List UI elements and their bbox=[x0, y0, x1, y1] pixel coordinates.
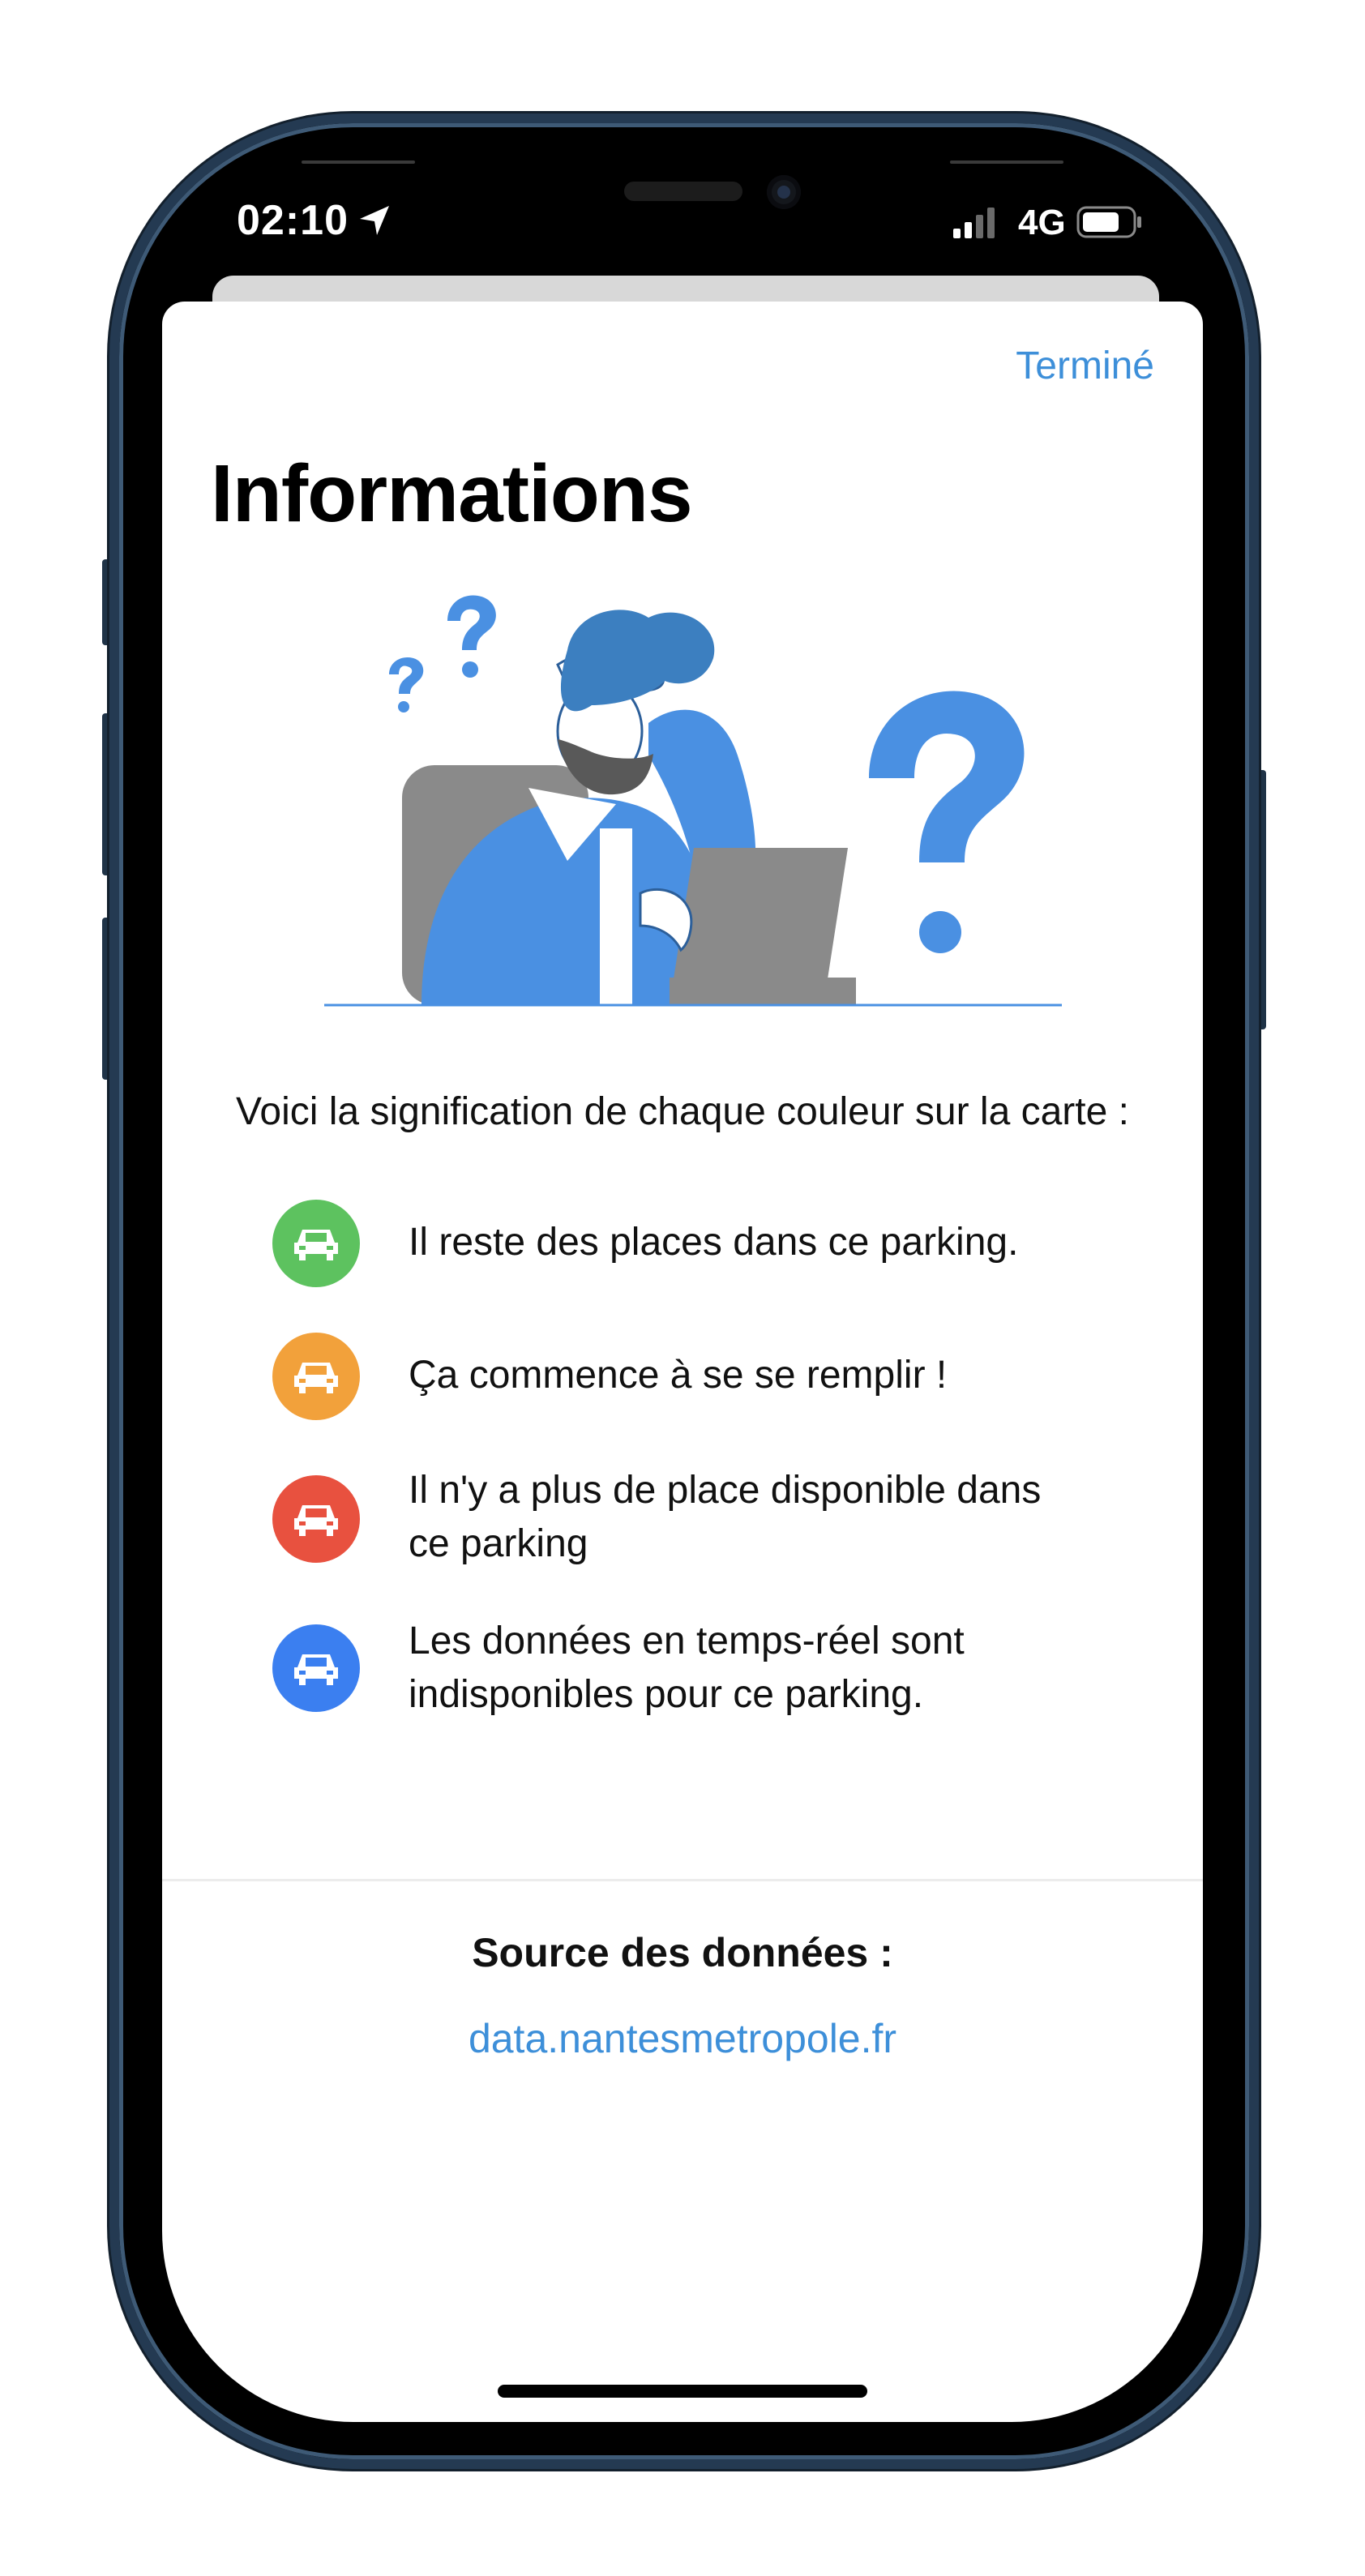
legend-item-unavailable: Les données en temps-réel sont indisponi… bbox=[272, 1620, 1132, 1722]
antenna-line bbox=[302, 160, 415, 164]
earpiece-speaker bbox=[624, 182, 742, 201]
signal-strength-icon bbox=[953, 208, 995, 238]
legend-color-dot bbox=[272, 1624, 360, 1712]
legend-text: Les données en temps-réel sont indisponi… bbox=[409, 1615, 1138, 1722]
section-divider bbox=[162, 1879, 1203, 1881]
legend-text-line: Les données en temps-réel sont bbox=[409, 1620, 965, 1662]
home-indicator[interactable] bbox=[498, 2385, 867, 2398]
legend-intro: Voici la signification de chaque couleur… bbox=[236, 1090, 1129, 1133]
car-icon bbox=[294, 1363, 338, 1393]
legend-item-available: Il reste des places dans ce parking. bbox=[272, 1200, 1132, 1297]
source-link[interactable]: data.nantesmetropole.fr bbox=[162, 2015, 1203, 2062]
legend-text-line: Ça commence à se se remplir ! bbox=[409, 1354, 948, 1397]
done-button[interactable]: Terminé bbox=[1016, 344, 1154, 388]
status-time-text: 02:10 bbox=[237, 197, 349, 244]
car-icon bbox=[294, 1230, 338, 1260]
car-icon bbox=[294, 1654, 338, 1685]
legend-text: Il reste des places dans ce parking. bbox=[409, 1216, 1138, 1269]
front-camera bbox=[767, 175, 801, 209]
network-type: 4G bbox=[1018, 203, 1066, 242]
info-sheet: Terminé Informations Voici la significat… bbox=[162, 302, 1203, 2422]
question-mark-icon bbox=[447, 595, 496, 678]
legend-text: Il n'y a plus de place disponible dans c… bbox=[409, 1464, 1138, 1571]
legend-text-line: indisponibles pour ce parking. bbox=[409, 1673, 924, 1716]
legend-text-line: ce parking bbox=[409, 1522, 588, 1565]
legend-text: Ça commence à se se remplir ! bbox=[409, 1349, 1138, 1402]
battery-icon bbox=[1076, 206, 1141, 238]
location-arrow-icon bbox=[360, 206, 389, 235]
legend-color-dot bbox=[272, 1475, 360, 1563]
car-icon bbox=[294, 1505, 338, 1536]
legend-color-dot bbox=[272, 1333, 360, 1420]
confused-person-illustration bbox=[324, 595, 1062, 1007]
legend-text-line: Il n'y a plus de place disponible dans bbox=[409, 1469, 1042, 1512]
antenna-line bbox=[950, 160, 1063, 164]
legend-item-full: Il n'y a plus de place disponible dans c… bbox=[272, 1469, 1132, 1573]
legend-item-filling: Ça commence à se se remplir ! bbox=[272, 1333, 1132, 1430]
source-label: Source des données : bbox=[472, 1930, 893, 1975]
legend-color-dot bbox=[272, 1200, 360, 1287]
legend-text-line: Il reste des places dans ce parking. bbox=[409, 1221, 1019, 1264]
question-mark-icon bbox=[389, 657, 424, 712]
page-title: Informations bbox=[211, 448, 693, 539]
question-mark-icon bbox=[869, 691, 1025, 953]
status-time: 02:10 bbox=[237, 196, 349, 245]
